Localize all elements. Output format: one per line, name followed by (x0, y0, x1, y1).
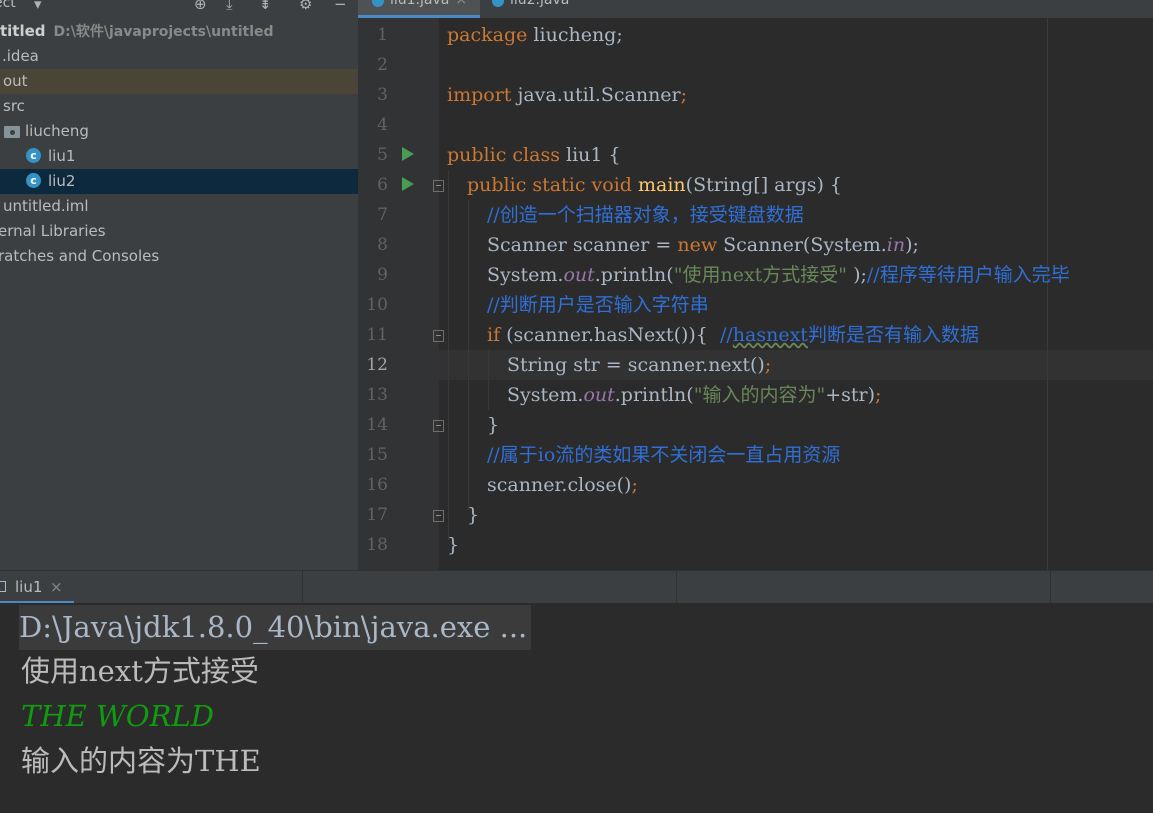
expand-all-icon[interactable]: ⤓ (226, 0, 233, 13)
code-line: } (487, 414, 500, 436)
editor-tabs: liu1.java × liu2.java (358, 0, 1153, 19)
collapse-all-icon[interactable]: ⇟ (259, 0, 272, 13)
code-line: public static void main(String[] args) { (467, 174, 843, 196)
line-number: 9 (377, 265, 388, 285)
code-line: } (447, 534, 460, 556)
line-number: 3 (377, 85, 388, 105)
tree-item-project-root[interactable]: titled D:\软件\javaprojects\untitled (0, 19, 358, 44)
package-folder-icon (4, 126, 20, 138)
tree-item-label: liucheng (25, 122, 89, 140)
code-line: import java.util.Scanner; (447, 84, 688, 106)
line-number: 11 (366, 325, 388, 345)
console-output-line: 输入的内容为THE (21, 744, 261, 778)
tree-item-label: .idea (2, 47, 39, 65)
tree-item-liucheng[interactable]: liucheng (0, 119, 358, 144)
tree-item-external-libraries[interactable]: ernal Libraries (0, 219, 358, 244)
line-number: 2 (377, 55, 388, 75)
line-number: 5 (377, 145, 388, 165)
gear-icon[interactable]: ⚙ (299, 0, 312, 13)
tab-liu2-java[interactable]: liu2.java (480, 0, 600, 18)
project-panel-header: ect ▾ ⊕ ⤓ ⇟ ⚙ − (0, 0, 358, 18)
close-icon[interactable]: × (455, 0, 467, 8)
run-panel-header: liu1 × (0, 570, 1153, 604)
fold-icon[interactable] (433, 420, 444, 432)
line-number-current: 12 (366, 355, 388, 375)
run-tab-label: liu1 (15, 578, 43, 596)
divider (676, 571, 677, 604)
code-line: //判断用户是否输入字符串 (487, 294, 709, 316)
divider (1050, 571, 1051, 604)
line-number: 6 (377, 175, 388, 195)
close-icon[interactable]: × (50, 578, 63, 596)
code-line: //创造一个扫描器对象，接受键盘数据 (487, 204, 804, 226)
code-line: System.out.println("输入的内容为"+str); (507, 384, 882, 406)
run-tab-liu1[interactable]: liu1 × (0, 571, 74, 604)
line-number: 13 (366, 385, 388, 405)
divider (302, 571, 303, 604)
project-path: D:\软件\javaprojects\untitled (53, 24, 274, 40)
project-panel: ect ▾ ⊕ ⤓ ⇟ ⚙ − titled D:\软件\javaprojects… (0, 0, 358, 570)
line-number: 7 (377, 205, 388, 225)
fold-icon[interactable] (433, 330, 444, 342)
line-number: 8 (377, 235, 388, 255)
fold-icon[interactable] (433, 180, 444, 192)
right-margin-guide (1047, 18, 1048, 570)
hide-icon[interactable]: − (334, 0, 347, 13)
locate-icon[interactable]: ⊕ (194, 0, 207, 13)
line-number: 4 (377, 115, 388, 135)
tree-item-liu2[interactable]: c liu2 (0, 169, 358, 194)
tab-label: liu1.java (390, 0, 450, 8)
tree-item-scratches[interactable]: ratches and Consoles (0, 244, 358, 269)
code-line-current: String str = scanner.next(); (507, 354, 772, 376)
code-line: //属于io流的类如果不关闭会一直占用资源 (487, 444, 841, 466)
tree-item-src[interactable]: src (0, 94, 358, 119)
line-number: 18 (366, 535, 388, 555)
run-gutter-icon[interactable] (402, 177, 414, 191)
tree-item-out[interactable]: out (0, 69, 358, 94)
code-line: public class liu1 { (447, 144, 621, 166)
run-console[interactable]: D:\Java\jdk1.8.0_40\bin\java.exe ... 使用n… (0, 603, 1153, 813)
tab-liu1-java[interactable]: liu1.java × (358, 0, 480, 18)
java-class-icon (372, 0, 384, 7)
tree-item-iml[interactable]: untitled.iml (0, 194, 358, 219)
tree-item-label: liu2 (48, 172, 76, 190)
tree-item-label: untitled.iml (3, 197, 89, 215)
code-line: if (scanner.hasNext()){ //hasnext判断是否有输入… (487, 324, 979, 346)
java-class-icon: c (26, 148, 41, 163)
console-output-line: 使用next方式接受 (21, 654, 259, 688)
fold-icon[interactable] (433, 510, 444, 522)
tree-item-label: titled (0, 22, 46, 40)
tree-item-label: ratches and Consoles (0, 247, 160, 265)
tree-item-idea[interactable]: .idea (0, 44, 358, 69)
code-line: scanner.close(); (487, 474, 638, 496)
code-line: System.out.println("使用next方式接受" );//程序等待… (487, 264, 1070, 286)
project-panel-title[interactable]: ect (0, 0, 16, 11)
console-icon (0, 581, 6, 592)
line-number: 17 (366, 505, 388, 525)
java-class-icon: c (26, 173, 41, 188)
indent-guide (468, 200, 469, 510)
tab-label: liu2.java (510, 0, 570, 8)
indent-guide (488, 350, 489, 410)
line-number: 10 (366, 295, 388, 315)
run-gutter-icon[interactable] (402, 147, 414, 161)
line-number: 14 (366, 415, 388, 435)
code-line: } (467, 504, 480, 526)
tree-item-label: out (3, 72, 28, 90)
console-command-line[interactable]: D:\Java\jdk1.8.0_40\bin\java.exe ... (19, 605, 532, 650)
line-number: 1 (377, 25, 388, 45)
code-line: Scanner scanner = new Scanner(System.in)… (487, 234, 919, 256)
tree-item-liu1[interactable]: c liu1 (0, 144, 358, 169)
indent-guide (448, 170, 449, 540)
code-line: package liucheng; (447, 24, 623, 46)
tree-item-label: liu1 (48, 147, 76, 165)
chevron-down-icon[interactable]: ▾ (34, 0, 42, 13)
java-class-icon (492, 0, 504, 7)
console-user-input: THE WORLD (21, 699, 214, 733)
line-number: 15 (366, 445, 388, 465)
tree-item-label: ernal Libraries (0, 222, 106, 240)
line-number: 16 (366, 475, 388, 495)
tree-item-label: src (3, 97, 25, 115)
